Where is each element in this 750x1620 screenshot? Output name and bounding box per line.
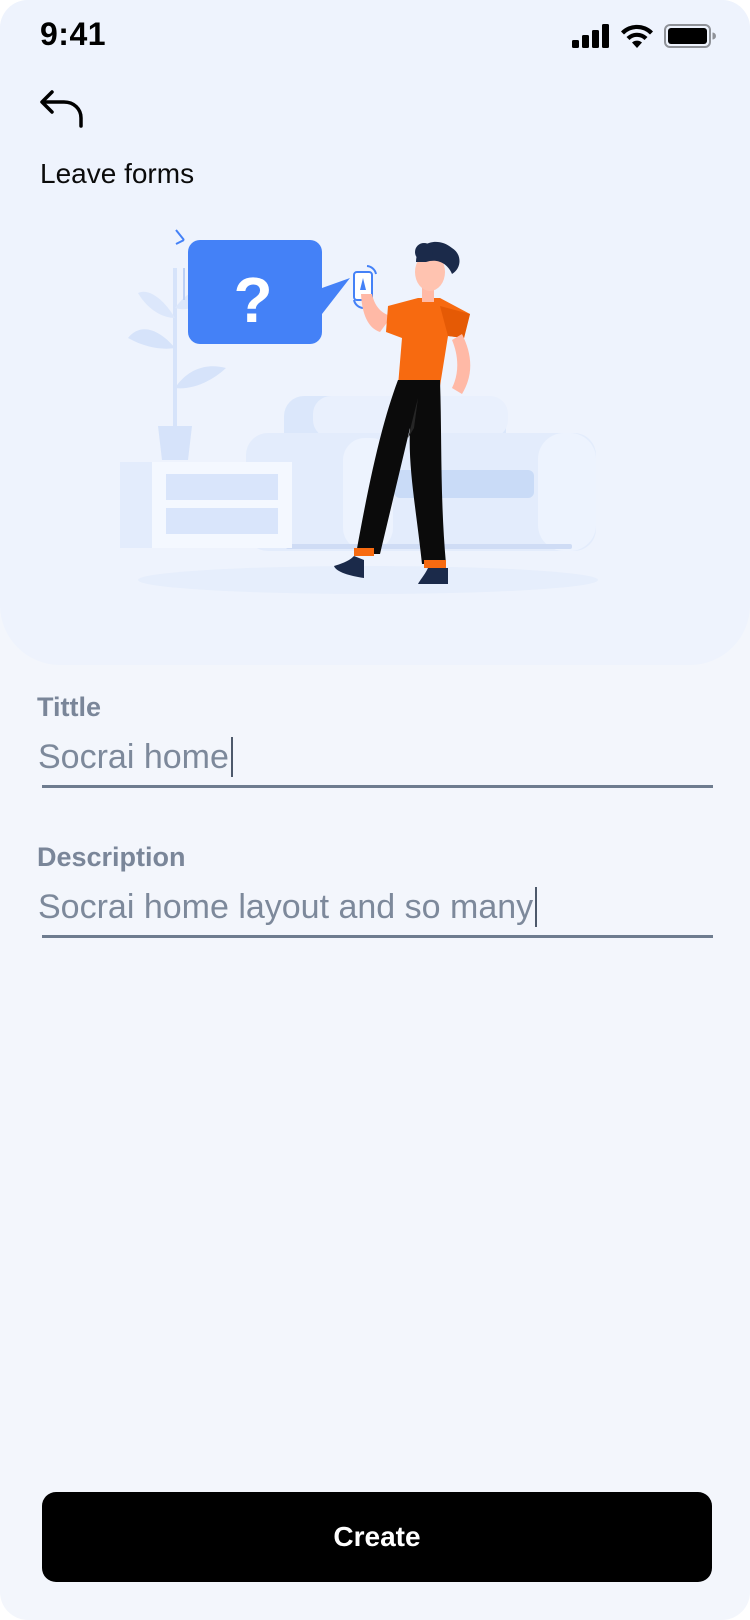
- description-label: Description: [37, 842, 186, 872]
- description-input[interactable]: Socrai home layout and so many: [38, 887, 713, 938]
- title-label: Tittle: [37, 692, 102, 722]
- person-with-phone-illustration: ?: [120, 229, 598, 594]
- page-title: Leave forms: [40, 158, 195, 189]
- description-field-group: Description Socrai home layout and so ma…: [37, 842, 713, 938]
- description-input-value: Socrai home layout and so many: [38, 887, 534, 926]
- back-button[interactable]: [38, 88, 90, 136]
- title-input-value: Socrai home: [38, 737, 229, 776]
- title-input[interactable]: Socrai home: [38, 737, 713, 788]
- battery-icon: [664, 24, 716, 48]
- status-bar: 9:41: [0, 0, 750, 70]
- title-field-group: Tittle Socrai home: [37, 692, 713, 788]
- illustration: ?: [118, 228, 624, 628]
- create-button[interactable]: Create: [42, 1492, 712, 1582]
- wifi-icon: [621, 24, 653, 48]
- svg-text:?: ?: [233, 264, 272, 336]
- undo-arrow-icon: [40, 90, 83, 128]
- status-time: 9:41: [40, 16, 107, 52]
- leave-form-screen: 9:41 Leave forms ? Tittle Socrai home De…: [0, 0, 750, 1620]
- text-caret: [230, 737, 233, 777]
- cellular-signal-icon: [572, 24, 609, 48]
- text-caret: [535, 887, 538, 927]
- status-icons: [572, 24, 716, 48]
